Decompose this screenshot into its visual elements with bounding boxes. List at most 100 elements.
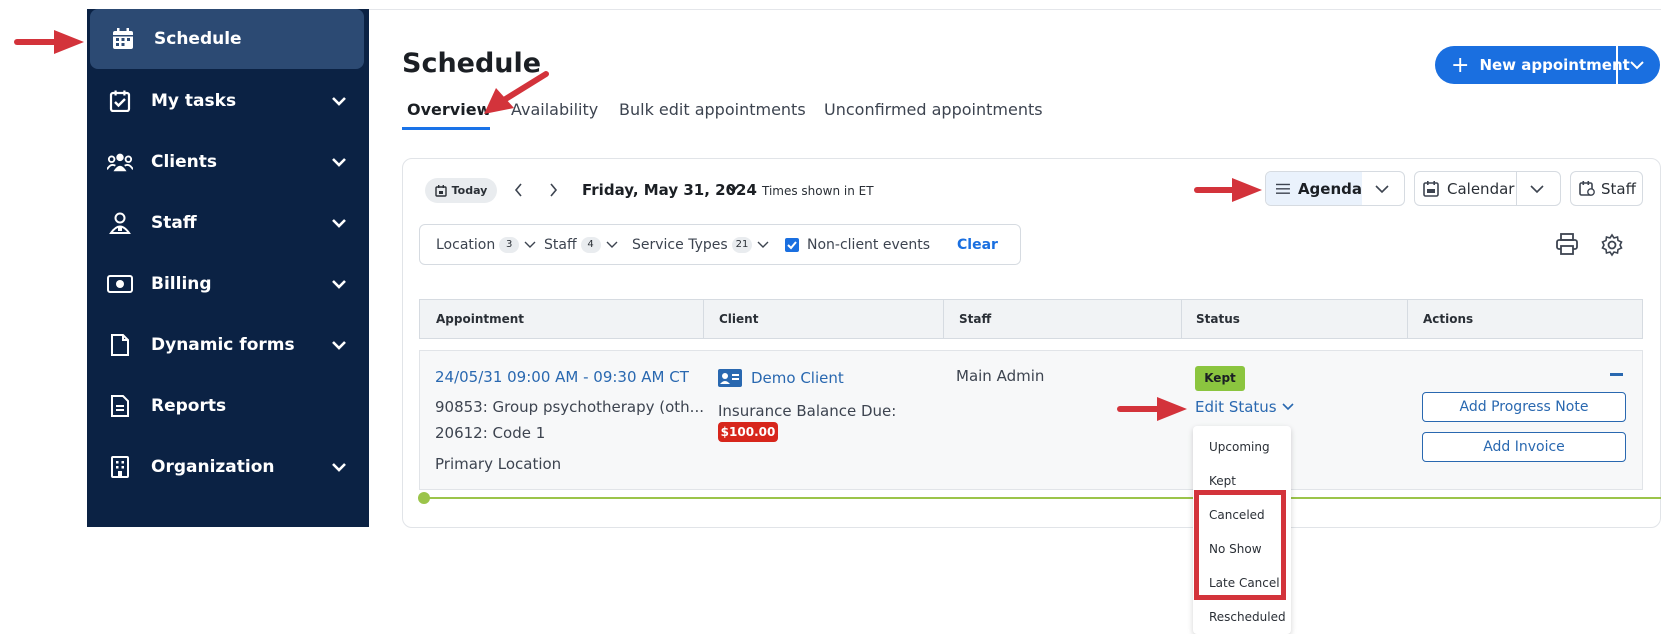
document-icon (107, 332, 133, 358)
status-badge: Kept (1195, 366, 1245, 391)
chevron-left-icon (514, 183, 522, 197)
previous-day-button[interactable] (509, 180, 529, 200)
checkbox-checked[interactable] (785, 238, 799, 252)
active-tab-indicator (402, 127, 490, 130)
chevron-down-icon (524, 241, 536, 248)
today-label: Today (451, 184, 488, 197)
list-icon (1276, 183, 1290, 194)
location-filter[interactable]: Location 3 (436, 237, 537, 253)
sidebar-item-reports[interactable]: Reports (87, 376, 369, 436)
non-client-events-toggle[interactable]: Non-client events (785, 237, 930, 253)
sidebar-item-label: Staff (151, 213, 197, 233)
sidebar-item-organization[interactable]: Organization (87, 437, 369, 497)
staff-filter-label: Staff (544, 237, 577, 253)
annotation-arrow-icon (14, 30, 84, 54)
calendar-icon (1423, 180, 1439, 197)
sidebar-item-label: Dynamic forms (151, 335, 295, 355)
sidebar-item-schedule[interactable]: Schedule (90, 9, 364, 69)
today-button[interactable]: Today (425, 178, 497, 203)
sidebar-item-dynamic-forms[interactable]: Dynamic forms (87, 315, 369, 375)
chevron-down-icon[interactable] (726, 182, 740, 196)
client-card-icon (718, 369, 742, 387)
client-name-link[interactable]: Demo Client (751, 369, 844, 387)
calendar-view-group: Calendar (1414, 171, 1561, 206)
column-divider (1407, 300, 1408, 338)
sidebar-item-billing[interactable]: Billing (87, 254, 369, 314)
chevron-down-icon (757, 241, 769, 248)
location-count-badge: 3 (499, 237, 520, 253)
calendar-icon (110, 26, 136, 52)
balance-badge: $100.00 (718, 422, 778, 442)
top-divider (369, 9, 1661, 10)
chevron-down-icon (606, 241, 618, 248)
calendar-view-button[interactable]: Calendar (1415, 172, 1517, 205)
clear-filters-button[interactable]: Clear (957, 237, 998, 253)
annotation-arrow-icon (484, 71, 549, 114)
chevron-down-icon[interactable] (1528, 180, 1546, 198)
sidebar-item-label: Reports (151, 396, 227, 416)
collapse-row-button[interactable] (1610, 373, 1623, 376)
tab-overview[interactable]: Overview (407, 100, 491, 119)
table-header: Appointment Client Staff Status Actions (419, 299, 1643, 339)
sidebar-item-clients[interactable]: Clients (87, 132, 369, 192)
new-appointment-button[interactable]: + New appointment (1435, 46, 1660, 84)
column-header-staff: Staff (959, 312, 992, 326)
sidebar-item-label: My tasks (151, 91, 237, 111)
tab-bulk-edit-appointments[interactable]: Bulk edit appointments (619, 100, 806, 119)
staff-view-button[interactable]: Staff (1570, 171, 1643, 206)
column-divider (1181, 300, 1182, 338)
column-header-status: Status (1196, 312, 1240, 326)
printer-icon[interactable] (1555, 233, 1579, 255)
next-day-button[interactable] (543, 180, 563, 200)
staff-person-icon (107, 210, 133, 236)
agenda-label: Agenda (1297, 179, 1362, 198)
building-icon (107, 454, 133, 480)
tab-unconfirmed-appointments[interactable]: Unconfirmed appointments (824, 100, 1043, 119)
plus-icon: + (1451, 52, 1470, 78)
staff-filter[interactable]: Staff 4 (544, 237, 619, 253)
task-check-icon (107, 88, 133, 114)
add-invoice-button[interactable]: Add Invoice (1422, 432, 1626, 462)
highlight-box (1194, 490, 1286, 600)
status-option-rescheduled[interactable]: Rescheduled (1209, 610, 1286, 624)
filter-bar: Location 3 Staff 4 Service Types 21 Non-… (419, 224, 1021, 265)
add-progress-note-button[interactable]: Add Progress Note (1422, 392, 1626, 422)
chevron-down-icon[interactable] (329, 274, 349, 294)
staff-count-badge: 4 (580, 237, 601, 253)
chevron-down-icon[interactable] (329, 457, 349, 477)
gear-icon[interactable] (1600, 233, 1624, 257)
sidebar-item-label: Organization (151, 457, 275, 477)
chevron-down-icon[interactable] (329, 91, 349, 111)
sidebar-item-staff[interactable]: Staff (87, 193, 369, 253)
clients-group-icon (107, 149, 133, 175)
service-types-filter[interactable]: Service Types 21 (632, 237, 770, 253)
annotation-arrow-icon (1117, 397, 1187, 421)
checkmark-icon (787, 241, 797, 250)
chevron-down-icon[interactable] (329, 152, 349, 172)
staff-name: Main Admin (956, 367, 1045, 385)
appointment-time-link[interactable]: 24/05/31 09:00 AM - 09:30 AM CT (435, 368, 689, 386)
staff-calendar-icon (1579, 180, 1595, 196)
chevron-down-icon[interactable] (329, 213, 349, 233)
sidebar-item-label: Schedule (154, 29, 242, 49)
timezone-note: Times shown in ET (762, 184, 874, 198)
chevron-down-icon[interactable] (329, 335, 349, 355)
insurance-balance-label: Insurance Balance Due: (718, 402, 897, 420)
agenda-view-button[interactable]: Agenda (1266, 172, 1362, 205)
current-time-dot (418, 492, 430, 504)
chevron-down-icon[interactable] (1373, 180, 1391, 198)
billing-money-icon (107, 271, 133, 297)
edit-status-dropdown[interactable]: Edit Status (1195, 398, 1295, 416)
column-header-client: Client (719, 312, 759, 326)
column-header-appointment: Appointment (436, 312, 525, 326)
service-types-count-badge: 21 (731, 237, 753, 253)
sidebar-item-my-tasks[interactable]: My tasks (87, 71, 369, 131)
report-icon (107, 393, 133, 419)
status-option-upcoming[interactable]: Upcoming (1209, 440, 1270, 454)
status-option-kept[interactable]: Kept (1209, 474, 1236, 488)
location-filter-label: Location (436, 237, 496, 253)
chevron-down-icon[interactable] (1628, 56, 1646, 74)
appointment-location: Primary Location (435, 455, 562, 473)
new-appointment-label: New appointment (1479, 56, 1630, 74)
sidebar-item-label: Clients (151, 152, 218, 172)
